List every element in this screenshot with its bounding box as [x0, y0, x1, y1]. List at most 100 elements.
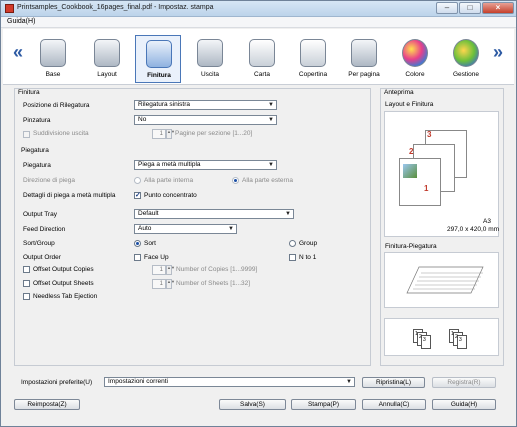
minimize-button[interactable]: – [436, 2, 458, 14]
tab-finitura[interactable]: Finitura [135, 35, 181, 83]
offset-sheets-checkbox[interactable] [23, 280, 30, 287]
title-bar: Printsamples_Cookbook_16pages_final.pdf … [1, 1, 516, 17]
chevron-down-icon: ▼ [346, 379, 352, 385]
fold-stack-icon [406, 266, 484, 294]
output-tray-select[interactable]: Default ▼ [134, 209, 294, 219]
outer-side-label: Alla parte esterna [242, 177, 293, 184]
chevron-down-icon: ▼ [268, 162, 274, 168]
favorites-label: Impostazioni preferite(U) [21, 379, 93, 386]
menu-bar: Guida(H) [1, 17, 516, 28]
page-number: 2 [409, 147, 414, 156]
reset-button[interactable]: Reimposta(Z) [14, 399, 80, 410]
scroll-right-arrow-icon[interactable]: » [493, 43, 503, 61]
paper-icon [249, 39, 275, 67]
layout-preview: 3 2 1 A3 297,0 x 420,0 mm [384, 111, 499, 237]
chevron-down-icon: ▼ [268, 117, 274, 123]
close-button[interactable]: × [482, 2, 514, 14]
tab-gestione[interactable]: Gestione [443, 35, 489, 83]
tab-layout[interactable]: Layout [84, 35, 130, 83]
maximize-button[interactable]: □ [459, 2, 481, 14]
feed-direction-select[interactable]: Auto ▼ [134, 224, 237, 234]
layout-preview-title: Layout e Finitura [385, 101, 434, 108]
copies-stepper[interactable]: 1 [152, 265, 166, 275]
needless-tab-label: Needless Tab Ejection [33, 293, 98, 300]
sort-label: Sort [144, 240, 156, 247]
sheets-stepper[interactable]: 1 [152, 279, 166, 289]
sheet-order-number: 1 [415, 331, 418, 337]
stepper-arrows-icon[interactable]: ▲▼ [166, 279, 175, 289]
inner-side-label: Alla parte interna [144, 177, 194, 184]
help-button[interactable]: Guida(H) [432, 399, 496, 410]
page-number: 3 [427, 130, 432, 139]
tab-uscita[interactable]: Uscita [187, 35, 233, 83]
sort-group-label: Sort/Group [23, 240, 55, 247]
stepper-arrows-icon[interactable]: ▲▼ [166, 129, 175, 139]
finitura-section-title: Finitura [18, 89, 40, 96]
cancel-button[interactable]: Annulla(C) [362, 399, 426, 410]
fold-preview-title: Finitura-Piegatura [385, 243, 437, 250]
fold-details-label: Dettagli di piega a metà multipla [23, 192, 116, 199]
face-up-checkbox[interactable] [134, 254, 141, 261]
needless-tab-checkbox[interactable] [23, 293, 30, 300]
subdivision-stepper[interactable]: 1 [152, 129, 166, 139]
group-radio[interactable] [289, 240, 296, 247]
layout-icon [94, 39, 120, 67]
print-button[interactable]: Stampa(P) [291, 399, 356, 410]
base-icon [40, 39, 66, 67]
sheet-order-number: 2 [455, 334, 458, 340]
paper-size: A3 [483, 218, 491, 225]
fold-preview [384, 252, 499, 308]
page-image-icon [403, 164, 417, 178]
outer-side-radio[interactable] [232, 177, 239, 184]
group-label: Group [299, 240, 318, 247]
chevron-down-icon: ▼ [285, 211, 291, 217]
piegatura-section-title: Piegatura [21, 147, 49, 154]
tab-copertina[interactable]: Copertina [290, 35, 336, 83]
tab-colore[interactable]: Colore [392, 35, 438, 83]
page-number: 1 [424, 184, 429, 193]
inner-side-radio[interactable] [134, 177, 141, 184]
restore-button[interactable]: Ripristina(L) [362, 377, 425, 388]
concentrated-point-label: Punto concentrato [144, 192, 197, 199]
save-button[interactable]: Salva(S) [219, 399, 286, 410]
stepper-arrows-icon[interactable]: ▲▼ [166, 265, 175, 275]
sheet-order-number: 3 [423, 337, 426, 343]
subdivision-checkbox[interactable] [23, 131, 30, 138]
stapling-select[interactable]: No ▼ [134, 115, 277, 125]
cover-icon [300, 39, 326, 67]
per-page-icon [351, 39, 377, 67]
tab-carta[interactable]: Carta [239, 35, 285, 83]
offset-copies-checkbox[interactable] [23, 266, 30, 273]
tab-per-pagina[interactable]: Per pagina [341, 35, 387, 83]
subdivision-unit: Pagine per sezione [1...20] [175, 130, 253, 137]
register-button[interactable]: Registra(R) [432, 377, 496, 388]
fold-label: Piegatura [23, 162, 51, 169]
menu-guide[interactable]: Guida(H) [7, 18, 35, 25]
tab-base[interactable]: Base [30, 35, 76, 83]
offset-sheets-label: Offset Output Sheets [33, 280, 94, 287]
binding-select[interactable]: Rilegatura sinistra ▼ [134, 100, 277, 110]
sheets-unit: Number of Sheets [1...32] [176, 280, 251, 287]
sheet-order-preview: 1 2 3 1 2 3 [384, 318, 499, 356]
fold-direction-label: Direzione di piega [23, 177, 76, 184]
finishing-icon [146, 40, 172, 68]
subdivision-label: Suddivisione uscita [33, 130, 89, 137]
output-tray-label: Output Tray [23, 211, 57, 218]
sort-radio[interactable] [134, 240, 141, 247]
sheet-order-number: 2 [419, 334, 422, 340]
offset-copies-label: Offset Output Copies [33, 266, 94, 273]
fold-select[interactable]: Piega a metà multipla ▼ [134, 160, 277, 170]
print-settings-window: Printsamples_Cookbook_16pages_final.pdf … [0, 0, 517, 427]
pdf-app-icon [5, 4, 14, 13]
output-icon [197, 39, 223, 67]
binding-label: Posizione di Rilegatura [23, 102, 90, 109]
management-icon [453, 39, 479, 67]
concentrated-point-checkbox[interactable]: ✓ [134, 192, 141, 199]
window-title: Printsamples_Cookbook_16pages_final.pdf … [17, 4, 214, 11]
face-up-label: Face Up [144, 254, 169, 261]
n-to-1-checkbox[interactable] [289, 254, 296, 261]
category-tabs: « » Base Layout Finitura Uscita Carta Co… [3, 29, 514, 85]
scroll-left-arrow-icon[interactable]: « [13, 43, 23, 61]
favorites-select[interactable]: Impostazioni correnti ▼ [104, 377, 355, 387]
stapling-label: Pinzatura [23, 117, 51, 124]
